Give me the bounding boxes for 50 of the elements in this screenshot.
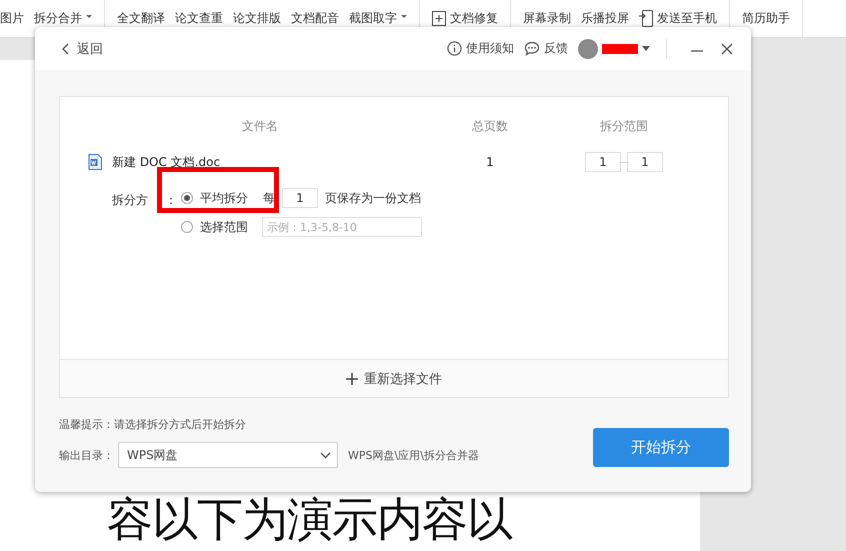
chevron-left-icon [61,42,69,54]
help-link[interactable]: 使用须知 [447,40,514,57]
redaction-bar [602,44,638,54]
close-icon[interactable] [721,42,733,54]
chevron-down-icon [320,452,331,458]
toolbar-button[interactable]: 乐播投屏 [577,8,633,29]
caret-icon [86,15,92,18]
toolbar-button[interactable]: 论文排版 [229,8,285,29]
feedback-link[interactable]: 反馈 [524,40,568,57]
per-file-label: 页保存为一份文档 [325,190,421,206]
hint-text: 温馨提示：请选择拆分方式后开始拆分 [59,417,247,432]
per-label: 每 [263,190,275,206]
plus-icon [346,372,358,384]
caret-icon [401,15,407,18]
toolbar-button[interactable]: 发送至手机 [635,8,721,29]
output-label: 输出目录： [59,448,114,462]
account-menu[interactable] [578,38,650,58]
radio-option[interactable]: 平均拆分 [181,190,248,206]
reselect-file-button[interactable]: 重新选择文件 [60,359,728,397]
toolbar-button[interactable]: 屏幕录制 [519,8,575,29]
radio-option[interactable]: 选择范围 [181,218,248,236]
back-button[interactable]: 返回 [61,40,103,58]
range-start-field[interactable]: 1 [585,152,621,172]
split-method-label: 拆分方 [112,192,148,209]
document-text: 容以下为演示内容以 [107,496,512,542]
info-icon [447,41,462,56]
avatar-icon [578,38,598,58]
phone-icon [639,10,653,27]
page-count: 1 [485,155,495,169]
toolbar-button[interactable]: 文档修复 [428,8,502,29]
speech-bubble-icon [524,41,540,56]
range-end-field[interactable]: 1 [627,152,663,172]
toolbar-button[interactable]: 全文翻译 [113,8,169,29]
word-document-icon [88,154,102,170]
toolbar-button[interactable]: 文档配音 [287,8,343,29]
toolbar-button[interactable]: 图片 [0,8,28,29]
column-header: 总页数 [471,118,509,135]
toolbar-button[interactable]: 论文查重 [171,8,227,29]
start-split-button[interactable]: 开始拆分 [593,428,729,467]
output-dropdown[interactable]: WPS网盘 [118,442,338,468]
colon-mark: ： [165,192,177,209]
column-header: 拆分范围 [599,118,649,135]
toolbar-button[interactable]: 简历助手 [738,8,794,29]
output-path: WPS网盘\应用\拆分合并器 [348,448,479,462]
page-range-field[interactable]: 示例：1,3-5,8-10 [262,217,422,237]
plus-square-icon [432,11,446,26]
file-name: 新建 DOC 文档.doc [112,154,220,170]
caret-icon [642,46,650,51]
column-header: 文件名 [241,118,279,135]
pages-per-file-field[interactable]: 1 [282,188,318,208]
